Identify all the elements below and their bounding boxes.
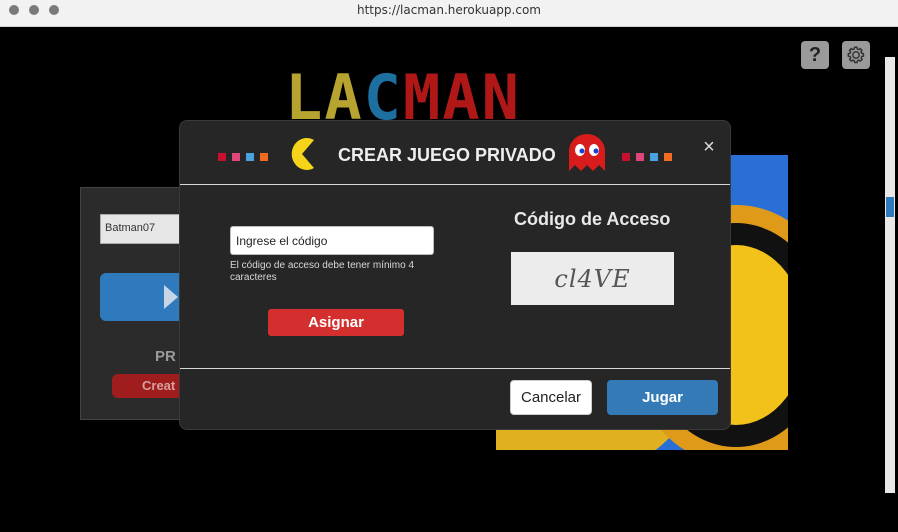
quick-play-button[interactable] bbox=[100, 273, 190, 321]
assign-button[interactable]: Asignar bbox=[268, 309, 404, 336]
decor-square bbox=[260, 153, 268, 161]
pacman-icon bbox=[291, 138, 314, 170]
close-icon[interactable]: × bbox=[700, 137, 718, 157]
modal-title: CREAR JUEGO PRIVADO bbox=[338, 145, 556, 165]
browser-chrome: https://lacman.herokuapp.com bbox=[0, 0, 898, 27]
settings-button[interactable] bbox=[842, 41, 870, 69]
ghost-icon bbox=[569, 134, 605, 171]
access-code-input[interactable] bbox=[230, 226, 434, 255]
modal-footer-divider bbox=[180, 368, 730, 369]
gear-icon bbox=[847, 46, 865, 64]
page-viewport: ? LACMAN Batman07 PR Creat CREAR JUEGO P… bbox=[0, 27, 898, 532]
access-code-display: cl4VE bbox=[511, 252, 674, 305]
access-code-help-text: El código de acceso debe tener mínimo 4 … bbox=[230, 260, 414, 283]
username-field[interactable]: Batman07 bbox=[100, 214, 190, 244]
decor-square bbox=[622, 153, 630, 161]
decor-square bbox=[664, 153, 672, 161]
decor-square bbox=[636, 153, 644, 161]
create-private-game-modal: CREAR JUEGO PRIVADO × El código de acces… bbox=[179, 120, 731, 430]
access-code-title: Código de Acceso bbox=[514, 209, 671, 229]
decor-square bbox=[218, 153, 226, 161]
play-icon bbox=[164, 285, 178, 309]
decor-square bbox=[232, 153, 240, 161]
modal-header: CREAR JUEGO PRIVADO × bbox=[180, 121, 730, 185]
help-button[interactable]: ? bbox=[801, 41, 829, 69]
decor-square bbox=[650, 153, 658, 161]
scrollbar-thumb[interactable] bbox=[886, 197, 894, 217]
play-button[interactable]: Jugar bbox=[607, 380, 718, 415]
cancel-button[interactable]: Cancelar bbox=[510, 380, 592, 415]
private-section-label: PR bbox=[155, 348, 176, 365]
page-scrollbar[interactable] bbox=[885, 57, 895, 493]
help-icon: ? bbox=[808, 43, 822, 66]
decor-square bbox=[246, 153, 254, 161]
address-bar[interactable]: https://lacman.herokuapp.com bbox=[0, 3, 898, 17]
